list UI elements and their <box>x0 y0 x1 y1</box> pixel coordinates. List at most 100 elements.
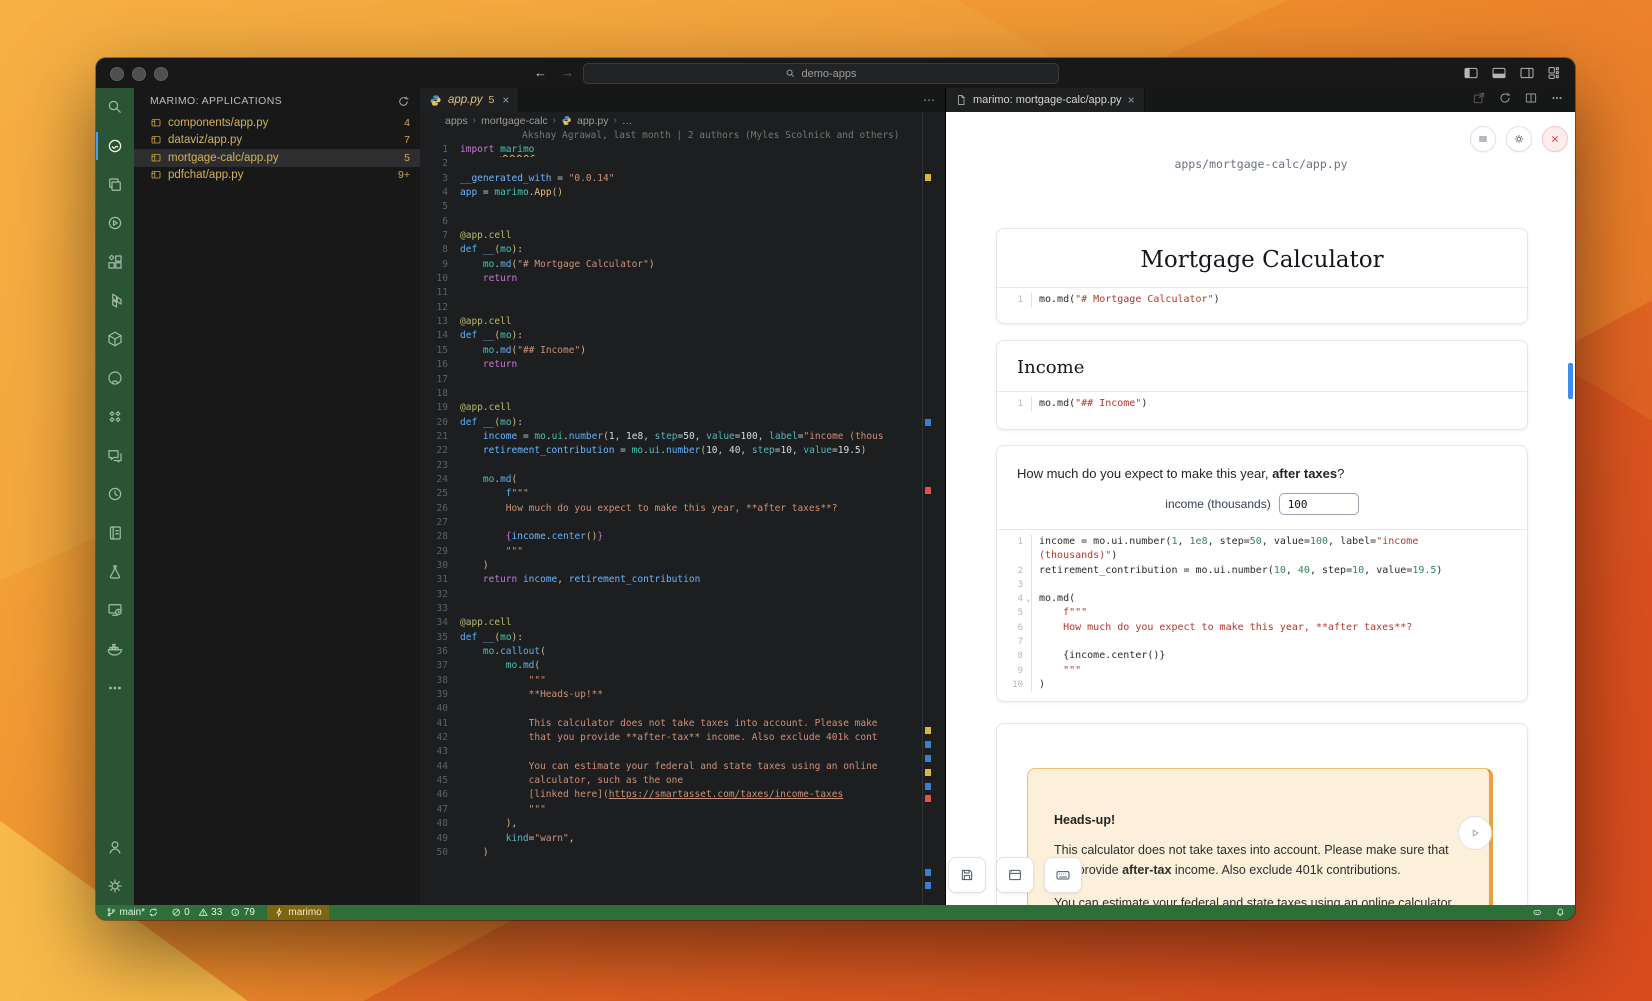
sidebar-item-pdfchat[interactable]: pdfchat/app.py9+ <box>134 167 420 185</box>
search-icon <box>785 68 796 79</box>
file-label: components/app.py <box>168 117 268 129</box>
search-icon[interactable] <box>96 88 134 127</box>
chevron-right-icon: › <box>614 115 617 126</box>
breadcrumb-apps[interactable]: apps <box>445 115 468 127</box>
bell-icon[interactable] <box>1555 907 1566 918</box>
code-line: 8 {income.center()} <box>997 649 1527 663</box>
code-line: 11 <box>420 286 945 300</box>
code-line: 39 **Heads-up!** <box>420 688 945 702</box>
app-title: Mortgage Calculator <box>997 247 1527 273</box>
code-line: 48 ), <box>420 817 945 831</box>
code-line: 35def __(mo): <box>420 631 945 645</box>
copy-files-icon[interactable] <box>96 165 134 204</box>
tests-icon[interactable] <box>96 552 134 591</box>
settings-gear-icon[interactable] <box>96 866 134 905</box>
shutdown-icon[interactable] <box>1542 126 1568 152</box>
webview-actions <box>1460 88 1575 112</box>
code-line: 28 {income.center()} <box>420 530 945 544</box>
forward-icon[interactable]: → <box>561 65 574 80</box>
income-input[interactable] <box>1279 493 1359 515</box>
code-line: 23 <box>420 459 945 473</box>
split-editor-icon[interactable] <box>1524 91 1538 110</box>
tab-marimo-webview[interactable]: marimo: mortgage-calc/app.py × <box>946 88 1145 112</box>
command-center[interactable]: demo-apps <box>583 63 1059 84</box>
open-external-icon[interactable] <box>1472 91 1486 110</box>
remote-monitor-icon[interactable] <box>96 591 134 630</box>
zoom-window-button[interactable] <box>154 67 168 81</box>
breadcrumb-symbol[interactable]: … <box>622 115 633 127</box>
cell-card-income[interactable]: Income 1mo.md("## Income") <box>996 340 1528 430</box>
marimo-server-status[interactable]: marimo <box>267 905 329 920</box>
info-icon <box>230 907 241 918</box>
run-cell-button[interactable] <box>1458 816 1492 850</box>
sidebar-item-dataviz[interactable]: dataviz/app.py7 <box>134 132 420 150</box>
code-line: 29 """ <box>420 545 945 559</box>
cell-card-question[interactable]: How much do you expect to make this year… <box>996 445 1528 702</box>
ruler-mark <box>925 419 931 426</box>
docker-icon[interactable] <box>96 630 134 669</box>
github-icon[interactable] <box>96 359 134 398</box>
tab-label: app.py <box>448 94 483 106</box>
toggle-panel-icon[interactable] <box>1491 65 1507 81</box>
code-line: 43 <box>420 745 945 759</box>
code-line: 24 mo.md( <box>420 473 945 487</box>
toggle-sidebar-left-icon[interactable] <box>1463 65 1479 81</box>
save-icon[interactable] <box>948 857 986 893</box>
package-icon[interactable] <box>96 320 134 359</box>
close-window-button[interactable] <box>110 67 124 81</box>
close-tab-icon[interactable]: × <box>1128 93 1135 107</box>
file-badge: 4 <box>404 117 410 129</box>
problems-status[interactable]: 0 33 79 <box>171 907 255 918</box>
ruler-mark <box>925 755 931 762</box>
overview-ruler[interactable] <box>922 112 945 905</box>
terraform-icon[interactable] <box>96 281 134 320</box>
refresh-icon[interactable] <box>397 95 410 108</box>
gear-icon[interactable] <box>1506 126 1532 152</box>
copilot-icon[interactable] <box>1532 907 1543 918</box>
tab-app-py[interactable]: app.py 5 × <box>420 88 519 112</box>
ruler-mark <box>925 882 931 889</box>
more-icon[interactable] <box>96 668 134 707</box>
sidebar-item-components[interactable]: components/app.py 4 <box>134 114 420 132</box>
back-icon[interactable]: ← <box>534 65 547 80</box>
code-line: 37 mo.md( <box>420 659 945 673</box>
marimo-icon[interactable] <box>96 127 134 166</box>
reload-icon[interactable] <box>1498 91 1512 110</box>
icons-grid-icon[interactable] <box>96 398 134 437</box>
code-line: 6 How much do you expect to make this ye… <box>997 621 1527 635</box>
history-nav: ← → <box>534 65 574 80</box>
sidebar-item-mortgage-calc[interactable]: mortgage-calc/app.py5 <box>134 149 420 167</box>
code-editor[interactable]: Akshay Agrawal, last month | 2 authors (… <box>420 129 945 905</box>
fold-chevron-icon[interactable]: ⌄ <box>1026 592 1031 606</box>
code-line: 10) <box>997 678 1527 692</box>
scrollbar-thumb[interactable] <box>1568 363 1573 399</box>
account-icon[interactable] <box>96 828 134 867</box>
keyboard-icon[interactable] <box>1044 857 1082 893</box>
close-tab-icon[interactable]: × <box>502 93 509 107</box>
code-line: 15 mo.md("## Income") <box>420 344 945 358</box>
menu-icon[interactable] <box>1470 126 1496 152</box>
warning-icon <box>198 907 209 918</box>
minimize-window-button[interactable] <box>132 67 146 81</box>
extensions-icon[interactable] <box>96 243 134 282</box>
breadcrumb-folder[interactable]: mortgage-calc <box>481 115 548 127</box>
more-actions-icon[interactable]: ⋯ <box>923 93 935 107</box>
git-branch-status[interactable]: main* <box>106 907 159 918</box>
breadcrumb-file[interactable]: app.py <box>577 115 609 127</box>
section-heading: Income <box>1017 357 1527 378</box>
ruler-mark <box>925 727 931 734</box>
customize-layout-icon[interactable] <box>1547 65 1563 81</box>
toggle-sidebar-right-icon[interactable] <box>1519 65 1535 81</box>
window-icon[interactable] <box>996 857 1034 893</box>
code-line: 33 <box>420 602 945 616</box>
run-debug-icon[interactable] <box>96 204 134 243</box>
code-line: 26 How much do you expect to make this y… <box>420 502 945 516</box>
code-line: 31 return income, retirement_contributio… <box>420 573 945 587</box>
more-actions-icon[interactable] <box>1550 91 1564 110</box>
code-line: 6 <box>420 215 945 229</box>
comments-icon[interactable] <box>96 436 134 475</box>
cell-card-title[interactable]: Mortgage Calculator 1mo.md("# Mortgage C… <box>996 228 1528 324</box>
history-icon[interactable] <box>96 475 134 514</box>
notebook-icon[interactable] <box>96 514 134 553</box>
warning-count: 33 <box>211 907 222 918</box>
